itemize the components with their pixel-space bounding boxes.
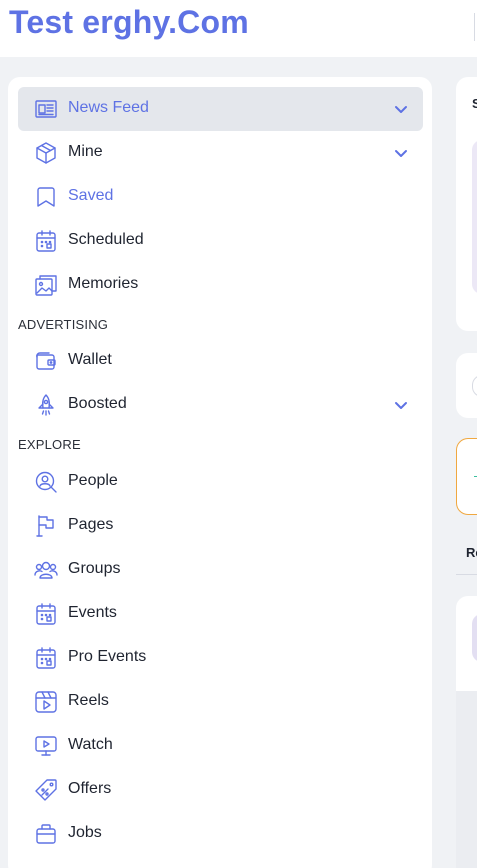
calendar-icon bbox=[33, 602, 59, 626]
sidebar-item-label: Offers bbox=[68, 780, 112, 797]
sidebar-item-label: Memories bbox=[68, 275, 139, 292]
sidebar-item-label: Pro Events bbox=[68, 648, 147, 665]
news-feed-icon bbox=[33, 97, 59, 121]
flag-icon bbox=[33, 514, 59, 538]
memories-icon bbox=[33, 273, 59, 297]
sidebar-item-jobs[interactable]: Jobs bbox=[18, 812, 423, 856]
sidebar-item-groups[interactable]: Groups bbox=[18, 548, 423, 592]
box-icon bbox=[33, 141, 59, 165]
sidebar-item-news-feed[interactable]: News Feed bbox=[18, 87, 423, 131]
chevron-down-icon[interactable] bbox=[393, 145, 409, 161]
watch-icon bbox=[33, 734, 59, 758]
create-post-card[interactable] bbox=[456, 353, 477, 418]
calendar-icon bbox=[33, 229, 59, 253]
briefcase-icon bbox=[33, 822, 59, 846]
sidebar-item-label: Events bbox=[68, 604, 117, 621]
sidebar-item-label: Wallet bbox=[68, 351, 112, 368]
people-search-icon bbox=[33, 470, 59, 494]
wallet-icon bbox=[33, 349, 59, 373]
top-header: Test erghy.Com bbox=[0, 0, 477, 57]
post-avatar-edge[interactable] bbox=[472, 614, 477, 662]
sidebar-item-offers[interactable]: Offers bbox=[18, 768, 423, 812]
post-card bbox=[456, 596, 477, 691]
sidebar-item-label: People bbox=[68, 472, 118, 489]
post-input-edge[interactable] bbox=[472, 375, 477, 397]
rocket-icon bbox=[33, 393, 59, 417]
left-sidebar: News Feed Mine Saved Scheduled Memories … bbox=[8, 77, 432, 868]
highlight-card bbox=[456, 438, 477, 515]
sidebar-item-label: Mine bbox=[68, 143, 103, 160]
sidebar-item-events[interactable]: Events bbox=[18, 592, 423, 636]
sidebar-item-label: Pages bbox=[68, 516, 114, 533]
sidebar-item-label: Reels bbox=[68, 692, 109, 709]
sidebar-item-people[interactable]: People bbox=[18, 460, 423, 504]
sidebar-item-label: Watch bbox=[68, 736, 113, 753]
chevron-down-icon[interactable] bbox=[393, 101, 409, 117]
sidebar-item-scheduled[interactable]: Scheduled bbox=[18, 219, 423, 263]
site-logo[interactable]: Test erghy.Com bbox=[9, 4, 249, 41]
sidebar-item-label: Jobs bbox=[68, 824, 102, 841]
section-heading-advertising: ADVERTISING bbox=[18, 317, 109, 332]
offers-tag-icon bbox=[33, 778, 59, 802]
stories-heading-partial: S bbox=[472, 96, 477, 111]
sidebar-item-label: Groups bbox=[68, 560, 121, 577]
calendar-icon bbox=[33, 646, 59, 670]
sidebar-item-label: Saved bbox=[68, 187, 114, 204]
post-body-edge bbox=[456, 691, 477, 868]
sidebar-item-saved[interactable]: Saved bbox=[18, 175, 423, 219]
sidebar-item-pro-events[interactable]: Pro Events bbox=[18, 636, 423, 680]
sidebar-item-pages[interactable]: Pages bbox=[18, 504, 423, 548]
groups-icon bbox=[33, 558, 59, 582]
sidebar-item-reels[interactable]: Reels bbox=[18, 680, 423, 724]
stories-card bbox=[456, 77, 477, 331]
chevron-down-icon[interactable] bbox=[393, 397, 409, 413]
reels-icon bbox=[33, 690, 59, 714]
sidebar-item-boosted[interactable]: Boosted bbox=[18, 383, 423, 427]
section-heading-explore: EXPLORE bbox=[18, 437, 81, 452]
sidebar-item-label: News Feed bbox=[68, 99, 149, 116]
sidebar-item-mine[interactable]: Mine bbox=[18, 131, 423, 175]
sidebar-item-wallet[interactable]: Wallet bbox=[18, 339, 423, 383]
sidebar-item-label: Scheduled bbox=[68, 231, 144, 248]
recent-heading-partial: Re bbox=[466, 545, 477, 560]
sidebar-item-memories[interactable]: Memories bbox=[18, 263, 423, 307]
sidebar-item-more[interactable] bbox=[18, 856, 423, 868]
story-thumbnail[interactable] bbox=[472, 140, 477, 294]
sidebar-item-label: Boosted bbox=[68, 395, 127, 412]
bookmark-icon bbox=[33, 185, 59, 209]
sidebar-item-watch[interactable]: Watch bbox=[18, 724, 423, 768]
